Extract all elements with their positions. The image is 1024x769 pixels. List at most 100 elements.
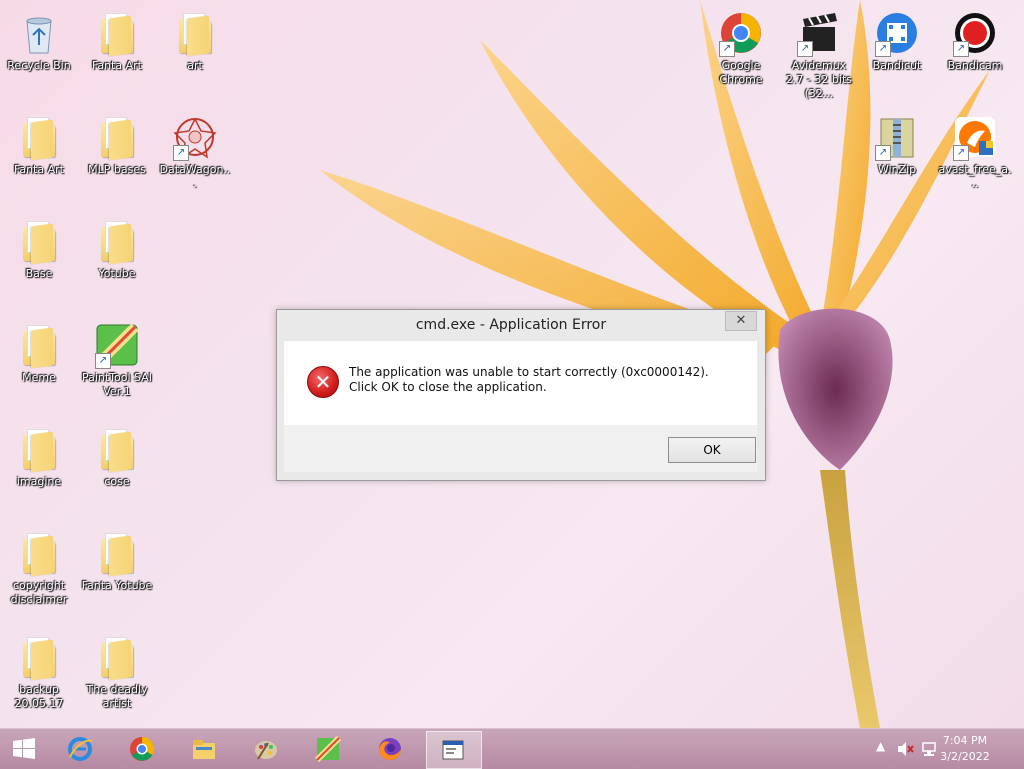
avidemux-icon: ↗ [795, 9, 843, 57]
desktop-icon[interactable]: cose [79, 419, 155, 519]
desktop-icon-label: cose [104, 475, 130, 488]
bandicam-icon: ↗ [951, 9, 999, 57]
clock-time: 7:04 PM [942, 734, 988, 747]
desktop-icon[interactable]: Fanta Yotube [79, 523, 155, 623]
folder-icon [93, 9, 141, 57]
desktop-icon[interactable]: backup 20.05.17 [1, 627, 77, 727]
desktop-icon-label: Bandicut [872, 59, 922, 72]
shortcut-arrow-icon: ↗ [875, 145, 891, 161]
winzip-icon: ↗ [873, 113, 921, 161]
painttool-sai-icon [314, 735, 342, 763]
clock[interactable]: 7:04 PM 3/2/2022 [930, 733, 1000, 765]
shortcut-arrow-icon: ↗ [875, 41, 891, 57]
chrome-icon [130, 737, 155, 761]
paintsai-icon: ↗ [93, 321, 141, 369]
taskbar-paint[interactable] [242, 731, 292, 767]
desktop-icon-label: copyright disclaimer [10, 579, 68, 606]
folder-icon [15, 113, 63, 161]
desktop-icon[interactable]: art [157, 3, 233, 103]
desktop-icon[interactable]: Fanta Art [79, 3, 155, 103]
folder-icon [93, 529, 141, 577]
desktop-icon[interactable]: Meme [1, 315, 77, 415]
chrome-icon: ↗ [717, 9, 765, 57]
desktop-icon[interactable]: ↗ WinZip [859, 107, 935, 207]
taskbar-chrome[interactable] [118, 731, 168, 767]
desktop-icon-label: DataWagon... [159, 163, 231, 190]
folder-icon [15, 529, 63, 577]
start-button[interactable] [0, 731, 50, 767]
shortcut-arrow-icon: ↗ [953, 145, 969, 161]
palette-icon [255, 741, 277, 760]
desktop-icon[interactable]: The deadly artist [79, 627, 155, 727]
desktop-icon[interactable]: ↗ Bandicam [937, 3, 1013, 103]
folder-icon [93, 217, 141, 265]
desktop-icon[interactable]: ↗ PaintTool SAI Ver.1 [79, 315, 155, 415]
desktop-icon[interactable]: ↗ avast_free_a... [937, 107, 1013, 207]
error-message: The application was unable to start corr… [349, 365, 709, 394]
folder-icon [15, 217, 63, 265]
desktop-icon-label: Fanta Art [92, 59, 142, 72]
datawagon-icon: ↗ [171, 113, 219, 161]
desktop-icon-label: The deadly artist [86, 683, 148, 710]
taskbar-file-explorer[interactable] [180, 731, 230, 767]
desktop-icon[interactable]: ↗ Avidemux 2.7 - 32 bits (32... [781, 3, 857, 103]
application-error-dialog: cmd.exe - Application Error ✕ ✕ The appl… [276, 309, 766, 481]
desktop-icon[interactable]: MLP bases [79, 107, 155, 207]
desktop-icon[interactable]: ↗ Bandicut [859, 3, 935, 103]
shortcut-arrow-icon: ↗ [95, 353, 111, 369]
taskbar-internet-explorer[interactable] [56, 731, 106, 767]
dialog-title: cmd.exe - Application Error [415, 317, 607, 333]
desktop-icon[interactable]: ↗ Google Chrome [703, 3, 779, 103]
desktop-icon[interactable]: ↗ DataWagon... [157, 107, 233, 207]
dialog-content: ✕ The application was unable to start co… [284, 341, 757, 425]
desktop-icon-label: avast_free_a... [938, 163, 1012, 190]
shortcut-arrow-icon: ↗ [719, 41, 735, 57]
windows-logo-icon [13, 738, 35, 759]
folder-icon [193, 740, 215, 759]
folder-icon [171, 9, 219, 57]
desktop-icon[interactable]: Yotube [79, 211, 155, 311]
desktop-icon-label: PaintTool SAI Ver.1 [81, 371, 153, 398]
shortcut-arrow-icon: ↗ [173, 145, 189, 161]
ok-button[interactable]: OK [668, 437, 756, 463]
desktop-icon-label: MLP bases [88, 163, 146, 176]
taskbar-painttool-sai[interactable] [304, 731, 354, 767]
close-button[interactable]: ✕ [725, 311, 757, 331]
desktop-icon-label: Fanta Art [14, 163, 64, 176]
desktop-icon-label: WinZip [877, 163, 917, 176]
desktop-icon-label: Base [25, 267, 53, 280]
desktop-icon[interactable]: Fanta Art [1, 107, 77, 207]
desktop-icon-label: Avidemux 2.7 - 32 bits (32... [785, 59, 853, 100]
desktop-icon[interactable]: copyright disclaimer [1, 523, 77, 623]
recycle-bin-icon [15, 9, 63, 57]
desktop-icon[interactable]: Recycle Bin [1, 3, 77, 103]
internet-explorer-icon [68, 737, 93, 761]
desktop-icon-label: imagine [16, 475, 62, 488]
taskbar-cmd-window[interactable] [426, 731, 482, 769]
desktop-icon[interactable]: imagine [1, 419, 77, 519]
bandicut-icon: ↗ [873, 9, 921, 57]
shortcut-arrow-icon: ↗ [797, 41, 813, 57]
folder-icon [15, 425, 63, 473]
folder-icon [93, 633, 141, 681]
speaker-muted-icon[interactable] [896, 741, 914, 757]
desktop-icon-label: Bandicam [947, 59, 1003, 72]
taskbar-firefox[interactable] [366, 731, 416, 767]
folder-icon [15, 321, 63, 369]
show-hidden-icons-button[interactable]: ▲ [876, 739, 885, 753]
desktop-icon[interactable]: Base [1, 211, 77, 311]
dialog-titlebar[interactable]: cmd.exe - Application Error ✕ [277, 310, 765, 340]
desktop-icon-label: Meme [22, 371, 56, 384]
firefox-icon [379, 738, 401, 760]
taskbar: ▲ 7:04 PM 3/2/2022 [0, 728, 1024, 769]
desktop-icon-label: Recycle Bin [7, 59, 71, 72]
desktop-icon-label: Google Chrome [719, 59, 763, 86]
clock-date: 3/2/2022 [940, 750, 990, 763]
avast-icon: ↗ [951, 113, 999, 161]
folder-icon [15, 633, 63, 681]
dialog-footer: OK [284, 425, 757, 472]
desktop-icon-label: Fanta Yotube [81, 579, 153, 592]
folder-icon [93, 425, 141, 473]
window-icon [442, 740, 464, 760]
desktop-icon-label: Yotube [98, 267, 136, 280]
